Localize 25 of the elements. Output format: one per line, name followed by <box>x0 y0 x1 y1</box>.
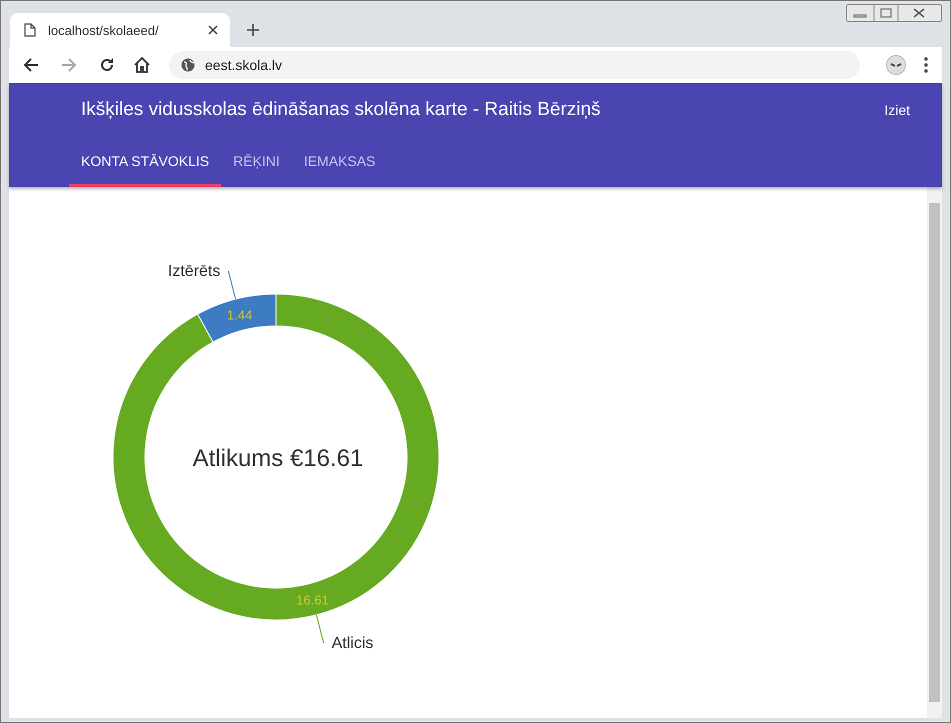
value-label: 1.44 <box>226 308 252 323</box>
slice-label: Iztērēts <box>168 263 220 280</box>
browser-tab[interactable]: localhost/skolaeed/ <box>10 13 230 47</box>
tab-title: localhost/skolaeed/ <box>48 22 160 38</box>
chart-title: Atlikums €16.61 <box>192 445 364 472</box>
scrollbar[interactable] <box>927 187 942 718</box>
menu-icon[interactable] <box>924 57 928 73</box>
value-label: 16.61 <box>296 592 329 608</box>
logout-link[interactable]: Iziet <box>884 102 910 118</box>
page-icon <box>24 23 36 37</box>
home-icon[interactable] <box>133 57 151 73</box>
nav-tab[interactable]: RĒĶINI <box>221 153 292 187</box>
globe-icon <box>181 58 195 72</box>
leader-line <box>316 614 324 644</box>
back-icon[interactable] <box>23 57 39 73</box>
new-tab-icon[interactable] <box>247 24 259 36</box>
nav-tab[interactable]: IEMAKSAS <box>292 153 388 187</box>
page-title: Ikšķiles vidusskolas ēdināšanas skolēna karte - Raitis Bērziņš <box>81 99 601 121</box>
close-icon[interactable] <box>208 25 218 35</box>
profile-icon[interactable] <box>886 55 906 75</box>
address-bar[interactable]: eest.skola.lv <box>169 51 860 79</box>
window-controls-icon[interactable] <box>846 4 942 22</box>
slice-label: Atlicis <box>332 635 374 652</box>
leader-line <box>228 270 236 300</box>
reload-icon[interactable] <box>99 57 115 73</box>
